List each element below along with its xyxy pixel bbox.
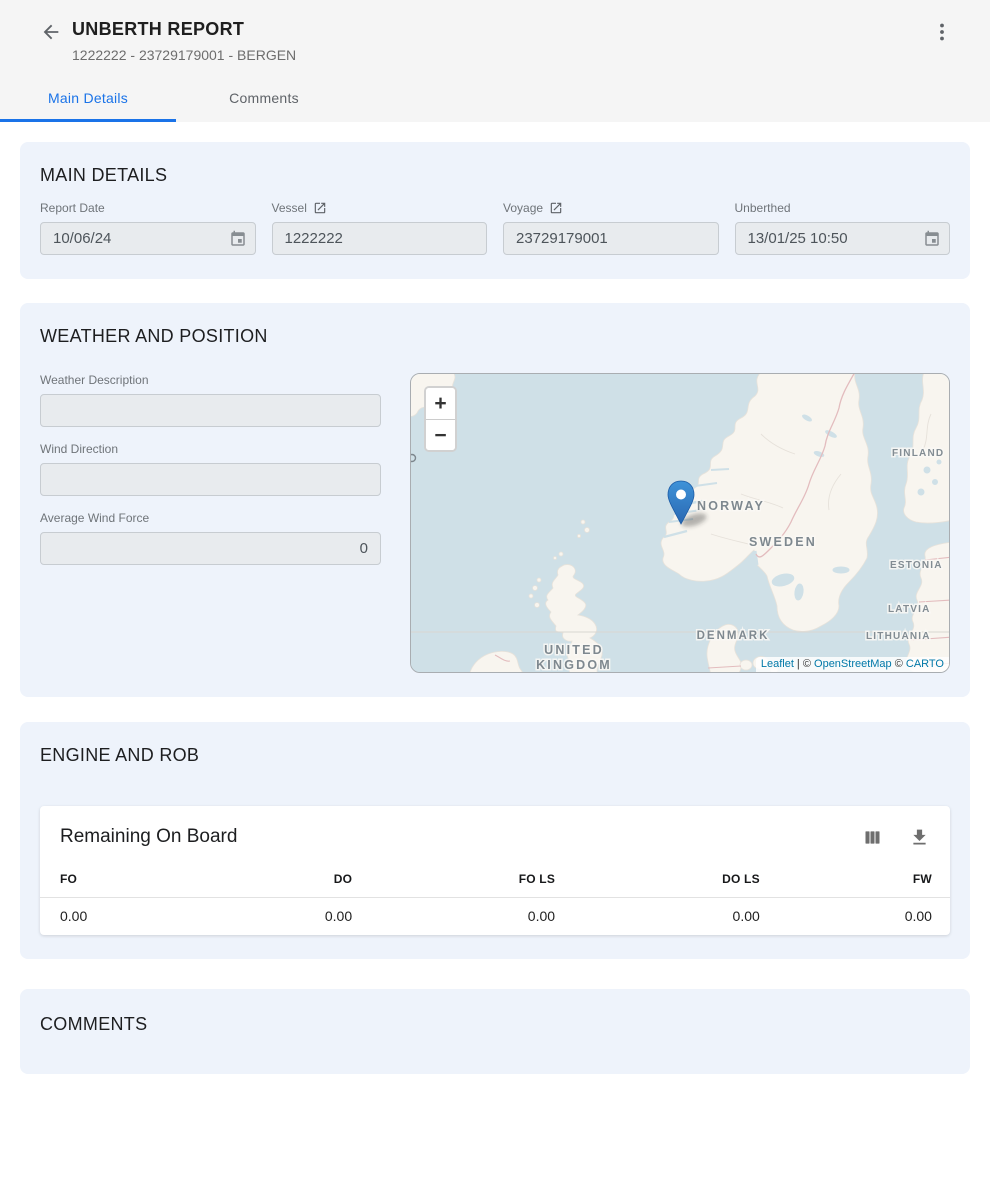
weather-description-input[interactable] (40, 394, 381, 427)
tab-main-details[interactable]: Main Details (0, 77, 176, 122)
carto-link[interactable]: CARTO (906, 658, 944, 670)
average-wind-force-input[interactable] (40, 532, 381, 565)
wind-direction-input[interactable] (40, 463, 381, 496)
tab-bar: Main Details Comments (0, 77, 990, 122)
position-map[interactable]: NORWAY SWEDEN FINLAND ESTONIA LATVIA LIT… (410, 373, 950, 673)
app-header: UNBERTH REPORT 1222222 - 23729179001 - B… (0, 0, 990, 122)
voyage-label: Voyage (503, 201, 543, 215)
column-header-fw: FW (770, 872, 950, 886)
report-date-label: Report Date (40, 201, 256, 215)
vessel-field: Vessel (272, 201, 488, 255)
wind-direction-label: Wind Direction (40, 442, 381, 456)
page-content: MAIN DETAILS Report Date Vessel (0, 122, 990, 1074)
openstreetmap-link[interactable]: OpenStreetMap (814, 658, 892, 670)
arrow-back-icon (40, 21, 62, 43)
voyage-field: Voyage (503, 201, 719, 255)
leaflet-link[interactable]: Leaflet (761, 658, 794, 670)
map-label-sweden: SWEDEN (749, 535, 817, 549)
wind-direction-field: Wind Direction (40, 442, 381, 496)
engine-heading: ENGINE AND ROB (40, 744, 950, 766)
column-header-fo: FO (40, 872, 186, 886)
map-attribution: Leaflet | © OpenStreetMap © CARTO (756, 657, 949, 672)
map-label-estonia: ESTONIA (890, 560, 943, 571)
back-button[interactable] (40, 21, 62, 43)
voyage-input[interactable] (503, 222, 719, 255)
column-header-dols: DO LS (565, 872, 770, 886)
download-button[interactable] (909, 827, 930, 848)
map-label-norway: NORWAY (697, 499, 765, 513)
map-label-uk-line1: UNITED (544, 643, 604, 657)
view-columns-button[interactable] (862, 827, 883, 848)
weather-description-field: Weather Description (40, 373, 381, 427)
remaining-on-board-table: Remaining On Board FO DO FO LS DO LS FW (40, 806, 950, 935)
map-label-uk-line2: KINGDOM (536, 658, 612, 672)
report-date-field: Report Date (40, 201, 256, 255)
vessel-input[interactable] (272, 222, 488, 255)
zoom-in-button[interactable]: + (426, 388, 455, 419)
unberthed-field: Unberthed (735, 201, 951, 255)
tab-comments[interactable]: Comments (176, 77, 352, 122)
average-wind-force-field: Average Wind Force (40, 511, 381, 565)
page-title: UNBERTH REPORT (72, 18, 930, 40)
open-in-new-icon[interactable] (313, 201, 327, 215)
vessel-label: Vessel (272, 201, 307, 215)
main-details-card: MAIN DETAILS Report Date Vessel (20, 142, 970, 279)
attribution-separator: | © (794, 658, 814, 670)
map-label-finland: FINLAND (892, 448, 944, 459)
main-details-heading: MAIN DETAILS (40, 164, 950, 186)
cell-dols: 0.00 (565, 898, 770, 935)
map-label-lithuania: LITHUANIA (866, 631, 931, 642)
kebab-vertical-icon (930, 20, 954, 44)
zoom-out-button[interactable]: − (426, 419, 455, 450)
comments-card: COMMENTS (20, 989, 970, 1074)
engine-rob-card: ENGINE AND ROB Remaining On Board FO DO (20, 722, 970, 959)
weather-position-card: WEATHER AND POSITION Weather Description… (20, 303, 970, 697)
map-label-latvia: LATVIA (888, 604, 931, 615)
average-wind-force-label: Average Wind Force (40, 511, 381, 525)
map-basemap: NORWAY SWEDEN FINLAND ESTONIA LATVIA LIT… (411, 374, 950, 673)
column-header-fols: FO LS (362, 872, 565, 886)
view-columns-icon (862, 827, 883, 848)
more-options-button[interactable] (930, 20, 954, 44)
table-title: Remaining On Board (60, 826, 836, 848)
cell-do: 0.00 (186, 898, 363, 935)
table-row: 0.00 0.00 0.00 0.00 0.00 (40, 898, 950, 935)
comments-heading: COMMENTS (40, 1013, 950, 1035)
map-label-denmark: DENMARK (697, 630, 770, 642)
download-icon (909, 827, 930, 848)
weather-heading: WEATHER AND POSITION (40, 325, 950, 347)
cell-fw: 0.00 (770, 898, 950, 935)
report-date-input[interactable] (40, 222, 256, 255)
cell-fo: 0.00 (40, 898, 186, 935)
map-zoom-control: + − (424, 386, 457, 452)
open-in-new-icon[interactable] (549, 201, 563, 215)
unberthed-label: Unberthed (735, 201, 951, 215)
cell-fols: 0.00 (362, 898, 565, 935)
unberthed-input[interactable] (735, 222, 951, 255)
column-header-do: DO (186, 872, 363, 886)
attribution-separator: © (892, 658, 906, 670)
calendar-icon[interactable] (229, 230, 247, 248)
table-header-row: FO DO FO LS DO LS FW (40, 872, 950, 898)
page-subtitle: 1222222 - 23729179001 - BERGEN (72, 47, 930, 64)
weather-description-label: Weather Description (40, 373, 381, 387)
calendar-icon[interactable] (923, 230, 941, 248)
